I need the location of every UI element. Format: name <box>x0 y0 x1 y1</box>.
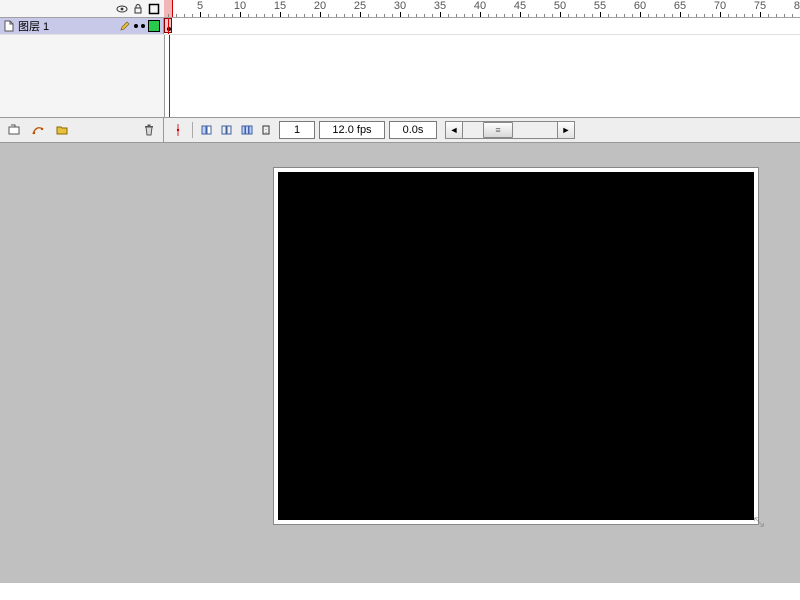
chevron-left-icon: ◄ <box>450 125 459 135</box>
ruler-tick-label: 75 <box>754 0 766 12</box>
insert-layer-folder-button[interactable] <box>52 120 72 140</box>
ruler-tick-label: 70 <box>714 0 726 12</box>
lock-dot[interactable] <box>141 24 145 28</box>
frames-empty-area[interactable] <box>165 35 800 117</box>
edit-multiple-frames-button[interactable] <box>237 120 257 140</box>
layer-row-1[interactable]: 图层 1 <box>0 18 164 34</box>
onion-skin-outlines-button[interactable] <box>217 120 237 140</box>
ruler-tick-label: 35 <box>434 0 446 12</box>
page-icon <box>3 20 15 32</box>
modify-onion-markers-button[interactable]: : <box>257 120 277 140</box>
ruler-tick-label: 55 <box>594 0 606 12</box>
ruler-tick-label: 20 <box>314 0 326 12</box>
stage-border: ⤡ <box>273 167 759 525</box>
ruler-tick-label: 65 <box>674 0 686 12</box>
ruler-tick-label: 50 <box>554 0 566 12</box>
layer-name[interactable]: 图层 1 <box>18 18 49 34</box>
current-frame-field[interactable]: 1 <box>279 121 315 139</box>
ruler-tick-label: 15 <box>274 0 286 12</box>
pencil-icon <box>119 20 131 32</box>
frame-scrollbar[interactable]: ◄ ≡ ► <box>445 121 575 139</box>
visible-dot[interactable] <box>134 24 138 28</box>
outline-icon[interactable] <box>148 3 160 15</box>
svg-text::: : <box>265 128 267 135</box>
layer-color-swatch[interactable] <box>148 20 160 32</box>
stage-canvas[interactable] <box>278 172 754 520</box>
delete-layer-button[interactable] <box>139 120 159 140</box>
layer-columns-header <box>0 0 164 17</box>
add-motion-guide-button[interactable] <box>28 120 48 140</box>
ruler-tick-label: 10 <box>234 0 246 12</box>
ruler-tick-label: 45 <box>514 0 526 12</box>
layers-empty-area <box>0 35 165 117</box>
ruler-tick-label: 25 <box>354 0 366 12</box>
playhead-line <box>168 18 169 34</box>
center-frame-button[interactable] <box>168 120 188 140</box>
layer-1-frames[interactable] <box>164 18 800 34</box>
eye-icon[interactable] <box>116 3 128 15</box>
ruler-tick-label: 80 <box>794 0 800 12</box>
scroll-track[interactable]: ≡ <box>463 121 557 139</box>
elapsed-time-field[interactable]: 0.0s <box>389 121 437 139</box>
insert-layer-button[interactable] <box>4 120 24 140</box>
scroll-right-button[interactable]: ► <box>557 121 575 139</box>
chevron-right-icon: ► <box>562 125 571 135</box>
stage-workspace[interactable]: ⤡ <box>0 143 800 583</box>
frame-ruler[interactable]: 5 10 15 20 25 30 35 40 45 50 55 60 65 70 75 80 <box>164 0 800 17</box>
timeline-status-bar: : 1 12.0 fps 0.0s ◄ ≡ ► <box>0 117 800 143</box>
resize-handle-icon[interactable]: ⤡ <box>754 514 764 530</box>
scroll-left-button[interactable]: ◄ <box>445 121 463 139</box>
ruler-tick-label: 40 <box>474 0 486 12</box>
ruler-tick-label: 30 <box>394 0 406 12</box>
scroll-thumb[interactable]: ≡ <box>483 122 513 138</box>
ruler-tick-label: 5 <box>197 0 203 12</box>
grip-icon: ≡ <box>484 123 512 137</box>
lock-icon[interactable] <box>132 3 144 15</box>
ruler-tick-label: 60 <box>634 0 646 12</box>
framerate-field[interactable]: 12.0 fps <box>319 121 385 139</box>
onion-skin-button[interactable] <box>197 120 217 140</box>
